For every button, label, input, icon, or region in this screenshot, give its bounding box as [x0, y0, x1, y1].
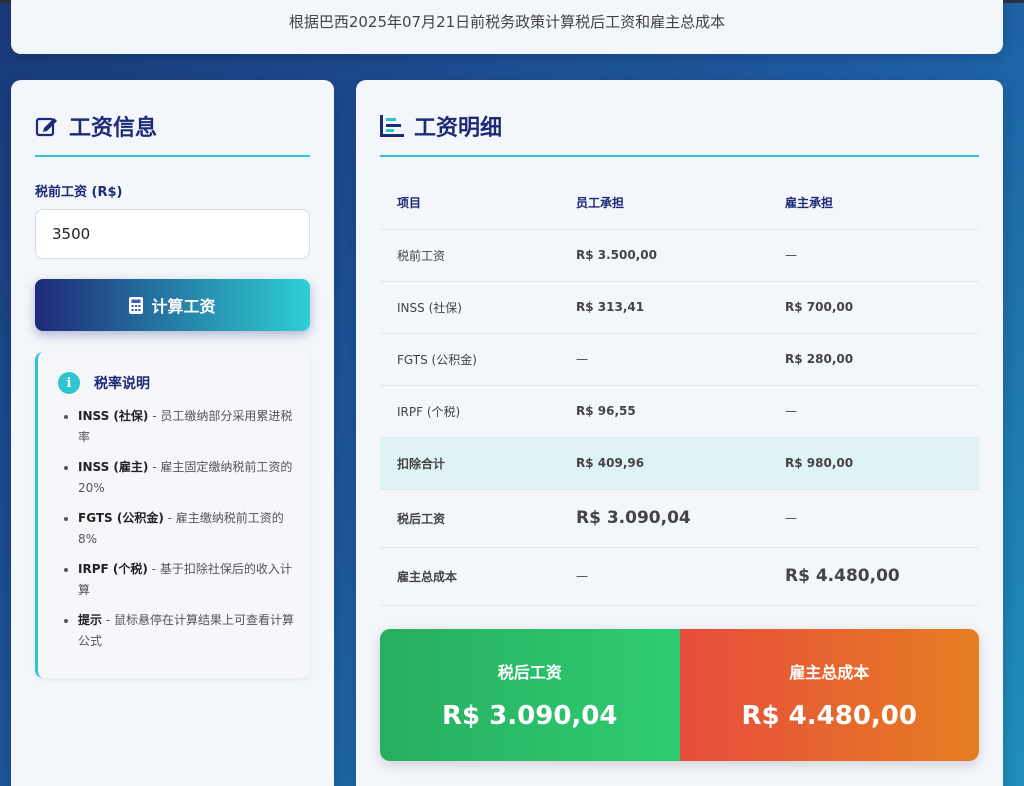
tax-info-term: INSS (雇主) — [78, 460, 149, 474]
row-employee-value[interactable]: R$ 409,96 — [559, 437, 768, 490]
row-employee-value: — — [559, 333, 768, 386]
table-row-total-deductions: 扣除合计 R$ 409,96 R$ 980,00 — [380, 437, 979, 490]
table-row-employer-cost: 雇主总成本 — R$ 4.480,00 — [380, 547, 979, 606]
row-item: 雇主总成本 — [380, 547, 559, 606]
list-chart-icon — [380, 115, 404, 137]
row-employee-value[interactable]: R$ 96,55 — [559, 385, 768, 438]
table-row: 税前工资 R$ 3.500,00 — — [380, 229, 979, 282]
row-employer-value: — — [768, 385, 979, 438]
net-salary-card: 税后工资 R$ 3.090,04 — [380, 629, 680, 761]
header-item: 项目 — [380, 177, 559, 230]
tax-info-term: FGTS (公积金) — [78, 511, 164, 525]
employer-cost-value[interactable]: R$ 4.480,00 — [742, 701, 917, 731]
row-item: 税后工资 — [380, 489, 559, 548]
tax-info-item: INSS (社保) - 员工缴纳部分采用累进税率 — [78, 406, 298, 448]
tax-info-item: INSS (雇主) - 雇主固定缴纳税前工资的20% — [78, 457, 298, 499]
tax-info-desc: - 鼠标悬停在计算结果上可查看计算公式 — [78, 613, 294, 648]
employer-cost-card: 雇主总成本 R$ 4.480,00 — [679, 629, 979, 761]
salary-info-title: 工资信息 — [69, 116, 158, 141]
tax-info-item: FGTS (公积金) - 雇主缴纳税前工资的8% — [78, 508, 298, 550]
salary-info-panel: 工资信息 税前工资 (R$) 计算工资 i 税率说明 INSS (社保) - 员… — [11, 80, 334, 786]
row-item: IRPF (个税) — [380, 385, 559, 438]
tax-info-term: 提示 — [78, 613, 103, 627]
edit-icon — [35, 117, 57, 137]
row-employer-value: — — [768, 489, 979, 548]
row-employer-value[interactable]: R$ 280,00 — [768, 333, 979, 386]
row-employer-value: — — [768, 229, 979, 282]
row-item: 税前工资 — [380, 229, 559, 282]
title-divider — [380, 155, 979, 157]
info-icon: i — [58, 372, 80, 394]
net-salary-value[interactable]: R$ 3.090,04 — [442, 701, 617, 731]
header-employer: 雇主承担 — [768, 177, 979, 230]
salary-detail-table: 项目 员工承担 雇主承担 税前工资 R$ 3.500,00 — INSS (社保… — [380, 177, 979, 606]
tax-info-item: IRPF (个税) - 基于扣除社保后的收入计算 — [78, 559, 298, 601]
table-row: IRPF (个税) R$ 96,55 — — [380, 385, 979, 438]
row-item: 扣除合计 — [380, 437, 559, 490]
calculator-icon — [129, 296, 144, 314]
header-card: 根据巴西2025年07月21日前税务政策计算税后工资和雇主总成本 — [11, 0, 1003, 54]
row-employee-value[interactable]: R$ 3.500,00 — [559, 229, 768, 282]
calculate-button[interactable]: 计算工资 — [35, 279, 310, 331]
net-salary-label: 税后工资 — [497, 663, 562, 682]
salary-detail-panel: 工资明细 项目 员工承担 雇主承担 税前工资 R$ 3.500,00 — INS… — [356, 80, 1003, 786]
table-row-net-salary: 税后工资 R$ 3.090,04 — — [380, 489, 979, 548]
table-row: INSS (社保) R$ 313,41 R$ 700,00 — [380, 281, 979, 334]
title-divider — [35, 155, 310, 157]
tax-info-term: IRPF (个税) — [78, 562, 148, 576]
tax-info-list: INSS (社保) - 员工缴纳部分采用累进税率 INSS (雇主) - 雇主固… — [78, 406, 298, 661]
summary-cards: 税后工资 R$ 3.090,04 雇主总成本 R$ 4.480,00 — [380, 629, 979, 761]
row-employee-value[interactable]: R$ 3.090,04 — [559, 489, 768, 548]
row-employee-value: — — [559, 547, 768, 606]
table-header-row: 项目 员工承担 雇主承担 — [380, 177, 979, 230]
employer-cost-label: 雇主总成本 — [789, 663, 870, 682]
gross-salary-input[interactable] — [35, 209, 310, 259]
tax-info-header: i 税率说明 — [58, 372, 150, 394]
row-employer-value[interactable]: R$ 4.480,00 — [768, 547, 979, 606]
row-employee-value[interactable]: R$ 313,41 — [559, 281, 768, 334]
tax-info-title: 税率说明 — [94, 376, 150, 392]
row-item: FGTS (公积金) — [380, 333, 559, 386]
row-employer-value[interactable]: R$ 980,00 — [768, 437, 979, 490]
page-subtitle: 根据巴西2025年07月21日前税务政策计算税后工资和雇主总成本 — [288, 13, 726, 31]
row-item: INSS (社保) — [380, 281, 559, 334]
header-employee: 员工承担 — [559, 177, 768, 230]
row-employer-value[interactable]: R$ 700,00 — [768, 281, 979, 334]
tax-info-box: i 税率说明 INSS (社保) - 员工缴纳部分采用累进税率 INSS (雇主… — [35, 352, 310, 678]
tax-info-term: INSS (社保) — [78, 409, 149, 423]
salary-detail-title: 工资明细 — [414, 116, 503, 141]
calculate-button-label: 计算工资 — [151, 297, 216, 316]
tax-info-item: 提示 - 鼠标悬停在计算结果上可查看计算公式 — [78, 610, 298, 652]
salary-detail-heading: 工资明细 — [380, 110, 502, 142]
gross-salary-label: 税前工资 (R$) — [35, 185, 123, 200]
table-row: FGTS (公积金) — R$ 280,00 — [380, 333, 979, 386]
salary-info-heading: 工资信息 — [35, 110, 157, 142]
